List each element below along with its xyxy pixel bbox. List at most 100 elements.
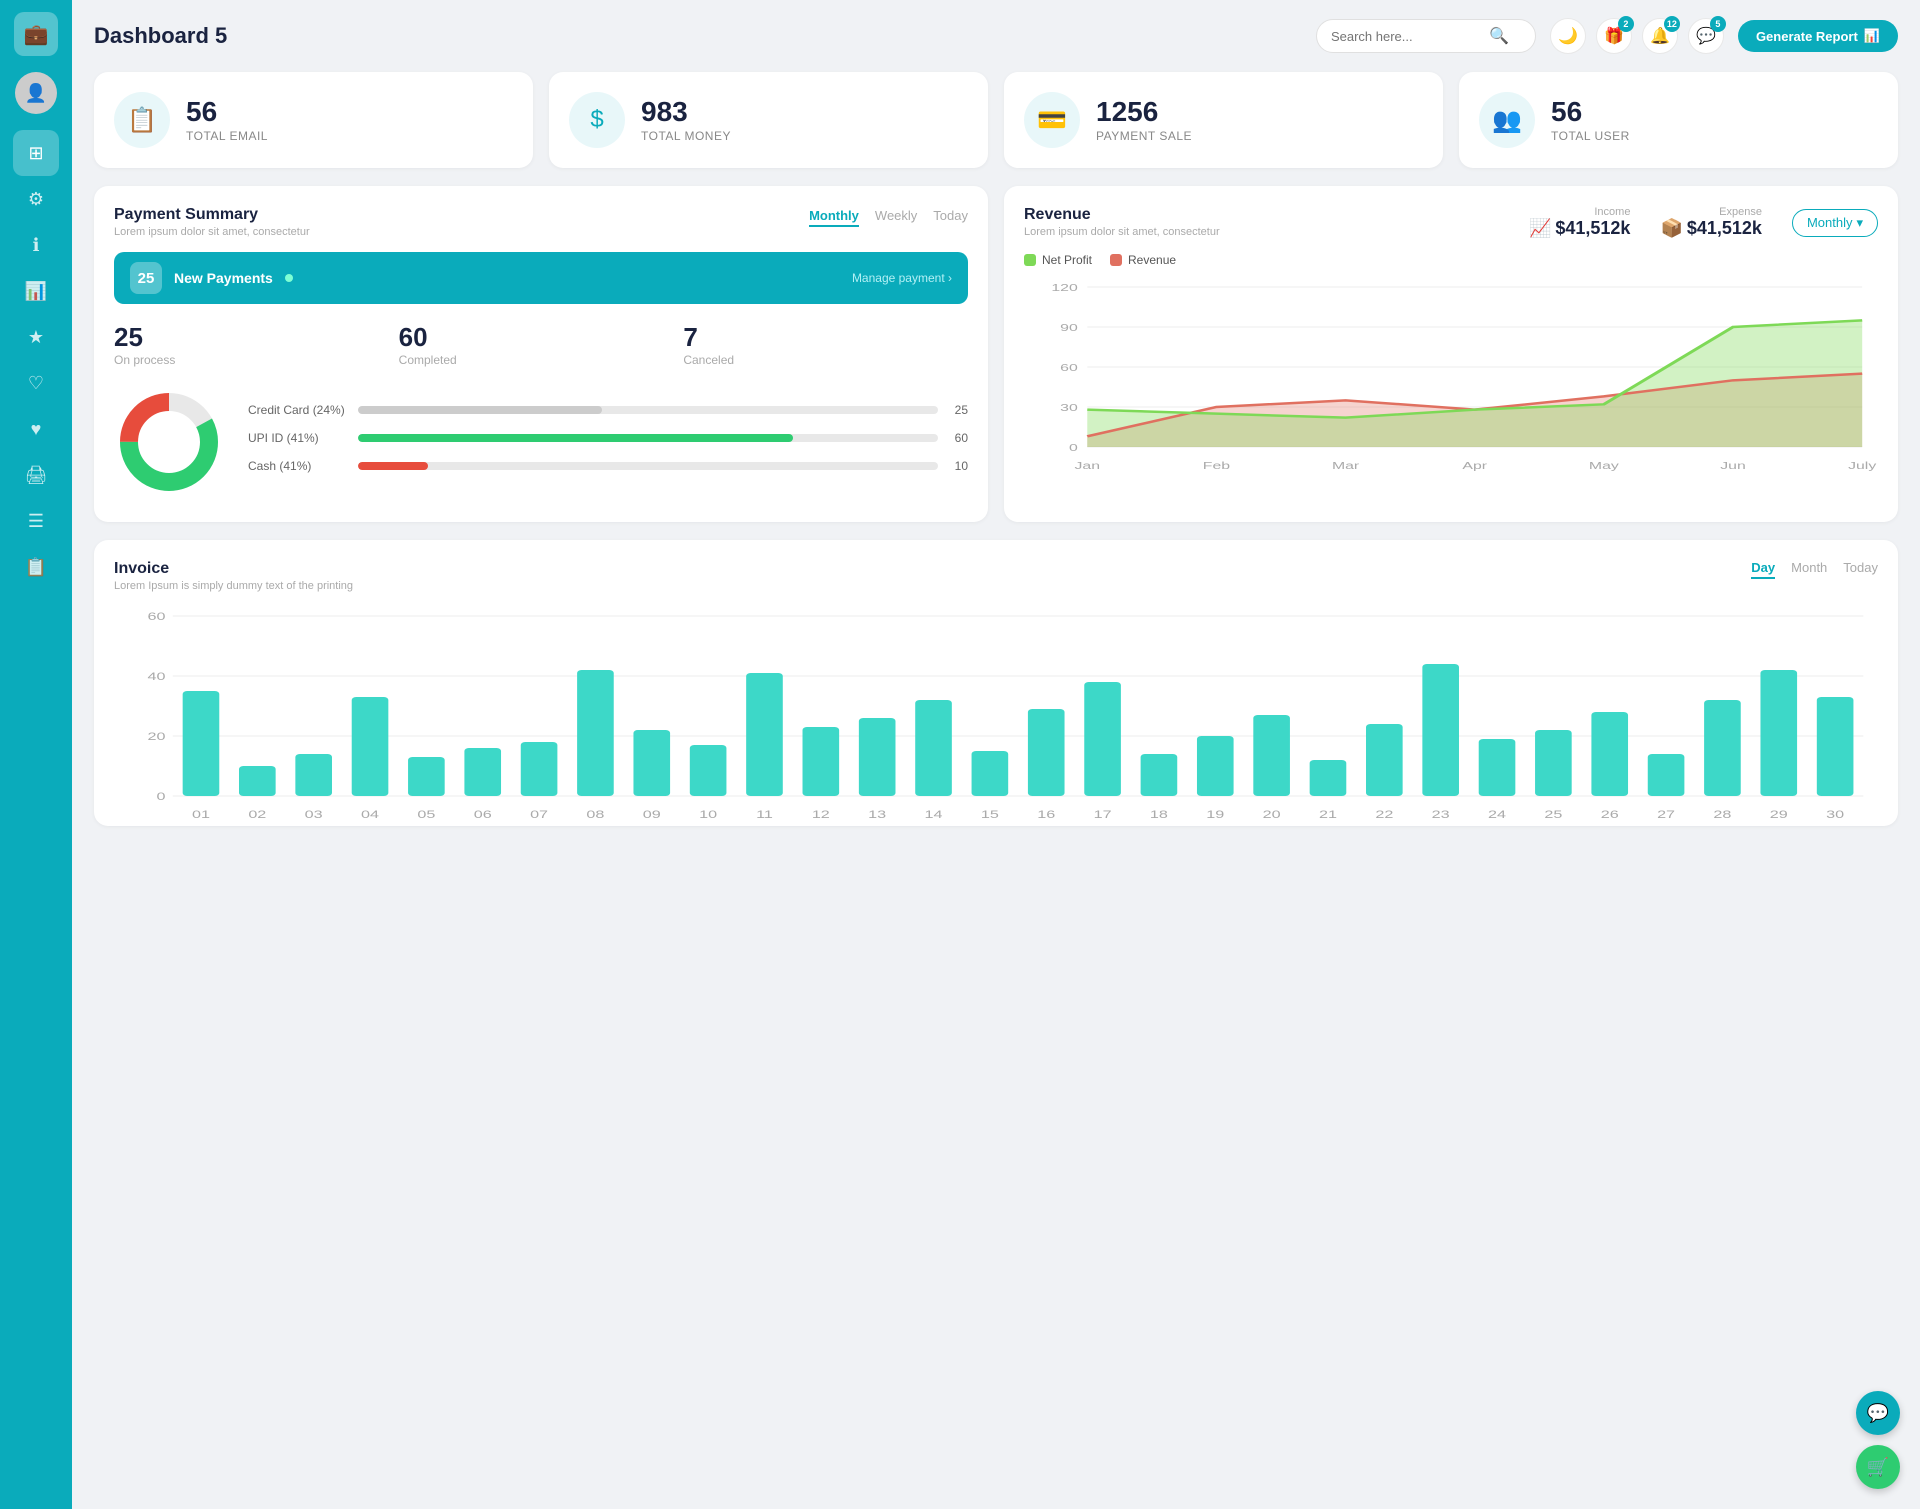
svg-text:July: July (1848, 460, 1877, 471)
chat-icon-button[interactable]: 💬5 (1688, 18, 1724, 54)
invoice-subtitle: Lorem Ipsum is simply dummy text of the … (114, 580, 353, 592)
progress-label: UPI ID (41%) (248, 431, 348, 445)
svg-text:18: 18 (1150, 808, 1168, 821)
bell-badge: 12 (1664, 16, 1680, 32)
chat-badge: 5 (1710, 16, 1726, 32)
svg-text:11: 11 (756, 808, 773, 821)
svg-text:23: 23 (1432, 808, 1450, 821)
progress-item-credit-card: Credit Card (24%) 25 (248, 403, 968, 417)
chevron-down-icon: ▾ (1856, 215, 1863, 231)
svg-text:May: May (1589, 460, 1619, 471)
svg-text:Jun: Jun (1720, 460, 1745, 471)
svg-text:04: 04 (361, 808, 379, 821)
sidebar-item-document[interactable]: 📋 (13, 544, 59, 590)
svg-text:20: 20 (1263, 808, 1281, 821)
payment-stats-row: 25On process60Completed7Canceled (114, 322, 968, 367)
legend-label: Revenue (1128, 253, 1176, 267)
stat-num-money: 983 (641, 98, 731, 126)
fab-container: 💬 🛒 (1856, 1391, 1900, 1489)
generate-report-button[interactable]: Generate Report 📊 (1738, 20, 1898, 52)
income-expense-row: Income 📈$41,512k Expense 📦$41,512k (1529, 206, 1762, 239)
progress-val: 25 (948, 403, 968, 417)
progress-bar-bg (358, 406, 938, 414)
sidebar-item-heart-outline[interactable]: ♡ (13, 360, 59, 406)
legend-label: Net Profit (1042, 253, 1092, 267)
gift-icon-button[interactable]: 🎁2 (1596, 18, 1632, 54)
income-value: $41,512k (1555, 218, 1630, 239)
invoice-tab-month[interactable]: Month (1791, 560, 1827, 579)
svg-text:16: 16 (1037, 808, 1055, 821)
stats-grid: 📋 56 TOTAL EMAIL $ 983 TOTAL MONEY 💳 125… (94, 72, 1898, 168)
manage-payment-link[interactable]: Manage payment › (852, 271, 952, 285)
legend-dot (1110, 254, 1122, 266)
moon-icon-button[interactable]: 🌙 (1550, 18, 1586, 54)
payment-stat-canceled: 7Canceled (683, 322, 968, 367)
search-box[interactable]: 🔍 (1316, 19, 1536, 53)
svg-text:26: 26 (1601, 808, 1619, 821)
payment-stat-completed: 60Completed (399, 322, 684, 367)
topbar-icons: 🌙 🎁2 🔔12 💬5 (1550, 18, 1724, 54)
new-payments-label: New Payments (174, 270, 273, 286)
new-payments-count: 25 (130, 262, 162, 294)
sidebar-item-info[interactable]: ℹ (13, 222, 59, 268)
stat-label-users: TOTAL USER (1551, 129, 1630, 143)
donut-chart (114, 387, 224, 502)
invoice-tab-today[interactable]: Today (1843, 560, 1878, 579)
sidebar-item-list[interactable]: ☰ (13, 498, 59, 544)
new-payments-bar: 25 New Payments Manage payment › (114, 252, 968, 304)
search-input[interactable] (1331, 29, 1481, 44)
expense-value: $41,512k (1687, 218, 1762, 239)
stat-card-users: 👥 56 TOTAL USER (1459, 72, 1898, 168)
svg-text:Apr: Apr (1462, 460, 1487, 471)
sidebar-item-dashboard[interactable]: ⊞ (13, 130, 59, 176)
svg-text:25: 25 (1544, 808, 1562, 821)
progress-label: Credit Card (24%) (248, 403, 348, 417)
svg-text:09: 09 (643, 808, 661, 821)
support-fab[interactable]: 💬 (1856, 1391, 1900, 1435)
svg-text:40: 40 (147, 670, 165, 683)
svg-text:08: 08 (586, 808, 604, 821)
revenue-chart: 0306090120JanFebMarAprMayJunJuly (1024, 277, 1878, 477)
sidebar-logo[interactable]: 💼 (14, 12, 58, 56)
svg-text:13: 13 (868, 808, 886, 821)
progress-bar-fill (358, 434, 793, 442)
payment-stat-on-process: 25On process (114, 322, 399, 367)
svg-text:60: 60 (1060, 362, 1078, 373)
sidebar-item-analytics[interactable]: 📊 (13, 268, 59, 314)
topbar: Dashboard 5 🔍 🌙🎁2🔔12💬5 Generate Report 📊 (94, 18, 1898, 54)
revenue-tab-button[interactable]: Monthly ▾ (1792, 209, 1878, 237)
svg-text:10: 10 (699, 808, 717, 821)
payment-summary-panel: Payment Summary Lorem ipsum dolor sit am… (94, 186, 988, 522)
income-block: Income 📈$41,512k (1529, 206, 1631, 239)
progress-val: 60 (948, 431, 968, 445)
payment-tab-weekly[interactable]: Weekly (875, 208, 917, 227)
payment-tabs: Monthly Weekly Today (809, 208, 968, 227)
sidebar-item-settings[interactable]: ⚙ (13, 176, 59, 222)
svg-text:Mar: Mar (1332, 460, 1360, 471)
bell-icon-button[interactable]: 🔔12 (1642, 18, 1678, 54)
payment-tab-monthly[interactable]: Monthly (809, 208, 859, 227)
invoice-tab-day[interactable]: Day (1751, 560, 1775, 579)
chart-icon: 📊 (1864, 28, 1880, 44)
sidebar-item-print[interactable]: 🖨 (13, 452, 59, 498)
svg-text:22: 22 (1375, 808, 1393, 821)
donut-progress-section: Credit Card (24%) 25 UPI ID (41%) 60 Cas… (114, 387, 968, 502)
user-avatar[interactable]: 👤 (15, 72, 57, 114)
payment-tab-today[interactable]: Today (933, 208, 968, 227)
sidebar-item-star[interactable]: ★ (13, 314, 59, 360)
progress-list: Credit Card (24%) 25 UPI ID (41%) 60 Cas… (248, 403, 968, 487)
sidebar-item-heart-filled[interactable]: ♥ (13, 406, 59, 452)
cart-fab[interactable]: 🛒 (1856, 1445, 1900, 1489)
income-icon: 📈 (1529, 218, 1551, 239)
svg-text:17: 17 (1094, 808, 1112, 821)
svg-text:12: 12 (812, 808, 830, 821)
gift-badge: 2 (1618, 16, 1634, 32)
mid-section: Payment Summary Lorem ipsum dolor sit am… (94, 186, 1898, 522)
expense-label: Expense (1660, 206, 1762, 218)
revenue-legend: Net Profit Revenue (1024, 253, 1878, 267)
svg-text:0: 0 (1069, 442, 1078, 453)
stat-num-payment: 1256 (1096, 98, 1192, 126)
revenue-panel: Revenue Lorem ipsum dolor sit amet, cons… (1004, 186, 1898, 522)
svg-text:21: 21 (1319, 808, 1337, 821)
stat-label-money: TOTAL MONEY (641, 129, 731, 143)
